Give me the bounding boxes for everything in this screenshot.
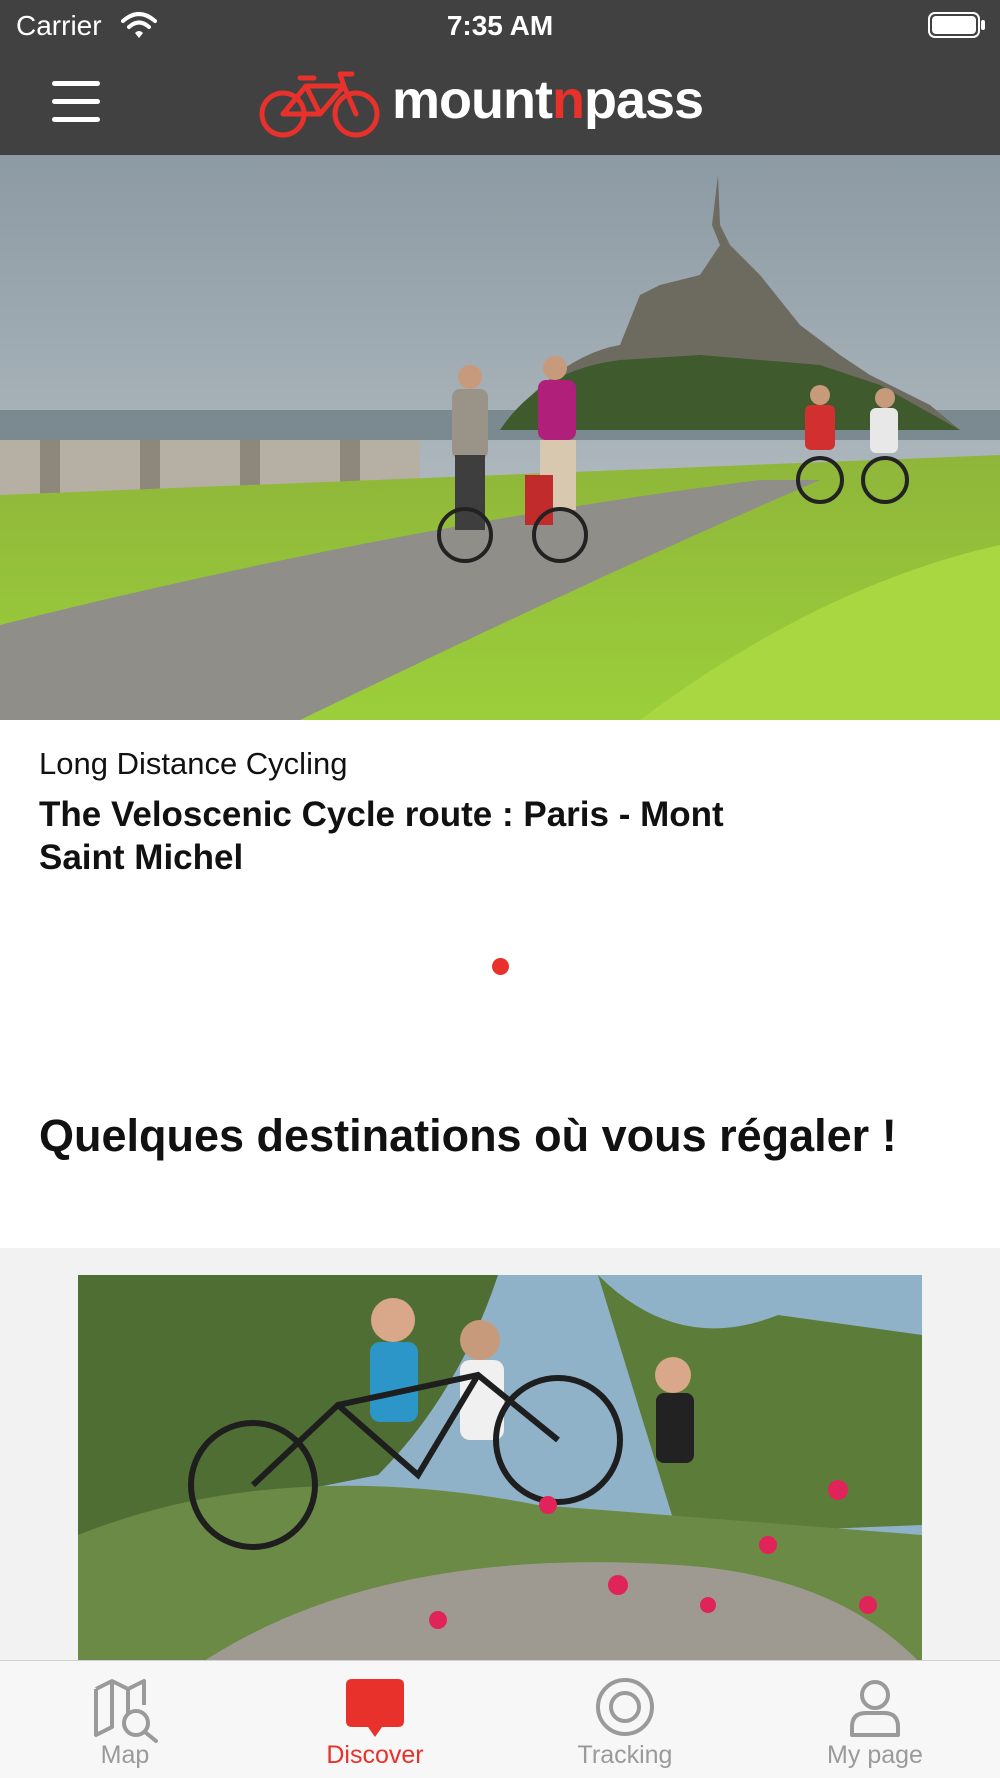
tab-tracking-label: Tracking — [577, 1741, 673, 1769]
user-icon — [850, 1680, 900, 1737]
family-cyclists-on-rock-photo — [78, 1275, 922, 1665]
discover-bubble-icon — [346, 1679, 404, 1737]
destination-card[interactable] — [78, 1275, 922, 1665]
tab-bar: Map Discover Tracking My page — [0, 1660, 1000, 1778]
bicycle-logo-icon — [259, 71, 380, 138]
logo-text-end: pass — [583, 70, 704, 130]
status-time: 7:35 AM — [446, 10, 554, 41]
tab-discover[interactable]: Discover — [250, 1661, 500, 1778]
tab-map-label: Map — [100, 1741, 150, 1769]
hero-image[interactable] — [0, 155, 1000, 720]
section-heading: Quelques destinations où vous régaler ! — [39, 1110, 897, 1161]
battery-icon — [928, 12, 985, 38]
hero-category: Long Distance Cycling — [39, 746, 348, 781]
tab-discover-label: Discover — [326, 1741, 424, 1769]
tracking-target-icon — [596, 1678, 654, 1736]
tab-tracking[interactable]: Tracking — [500, 1661, 750, 1778]
menu-button[interactable] — [42, 72, 112, 132]
logo-text-accent: n — [551, 70, 585, 130]
logo-text: mountnpass — [392, 69, 704, 131]
app-logo[interactable]: mountnpass — [258, 64, 738, 144]
status-bar: Carrier 7:35 AM — [0, 0, 1000, 50]
tab-my-page[interactable]: My page — [750, 1661, 1000, 1778]
app-header: mountnpass — [0, 50, 1000, 155]
page-indicator-dot — [492, 958, 509, 975]
tab-map[interactable]: Map — [0, 1661, 250, 1778]
hero-title[interactable]: The Veloscenic Cycle route : Paris - Mon… — [39, 793, 799, 879]
cyclists-mont-saint-michel-photo — [0, 155, 1000, 720]
tab-my-page-label: My page — [827, 1741, 923, 1769]
logo-text-start: mount — [392, 70, 553, 130]
map-search-icon — [94, 1679, 158, 1743]
